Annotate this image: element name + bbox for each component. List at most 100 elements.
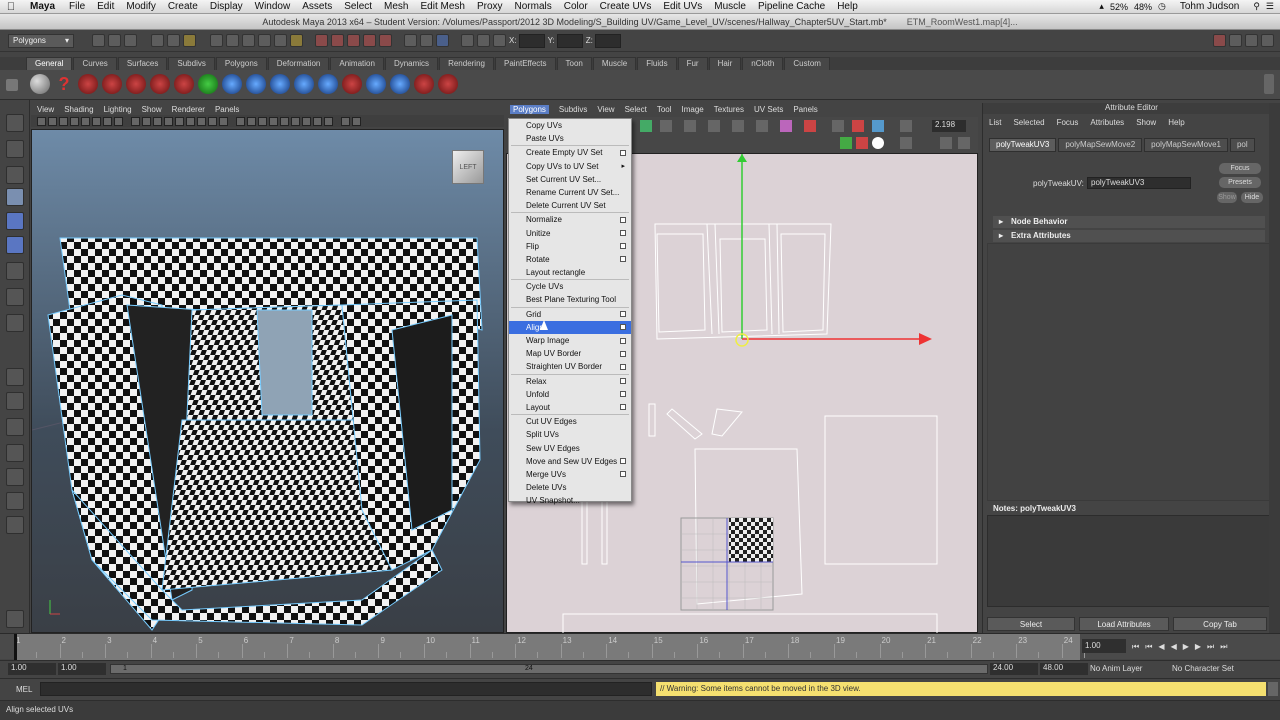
list-icon[interactable]: ☰ [1266, 1, 1274, 12]
shelf-tab-toon[interactable]: Toon [556, 57, 592, 70]
shelf-tab-rendering[interactable]: Rendering [439, 57, 494, 70]
shelf-tab-hair[interactable]: Hair [708, 57, 742, 70]
option-box-icon[interactable] [620, 378, 626, 385]
uv-tool-12-icon[interactable] [900, 120, 912, 132]
persp-toolbar-11-icon[interactable] [153, 116, 162, 126]
menu-pipeline-cache[interactable]: Pipeline Cache [752, 1, 831, 12]
go-to-start-icon[interactable]: ⏮ [1132, 642, 1139, 652]
persp-toolbar-22-icon[interactable] [280, 116, 289, 126]
ae-tab-polymapsewmove2[interactable]: polyMapSewMove2 [1058, 138, 1143, 152]
ae-menu-help[interactable]: Help [1168, 118, 1184, 127]
snap-point-icon[interactable] [242, 34, 255, 47]
layout-outliner-icon[interactable] [6, 444, 24, 462]
select-hierarchy-icon[interactable] [151, 34, 164, 47]
soft-mod-icon[interactable] [6, 288, 24, 306]
uv-tool-1-icon[interactable] [640, 120, 652, 132]
input-line-icon[interactable] [404, 34, 417, 47]
uv-menu-uv-sets[interactable]: UV Sets [754, 105, 783, 114]
select-component-icon[interactable] [183, 34, 196, 47]
uv-tool-7-icon[interactable] [780, 120, 792, 132]
persp-toolbar-2-icon[interactable] [48, 116, 57, 126]
move-tool-icon[interactable] [6, 188, 24, 206]
persp-toolbar-15-icon[interactable] [197, 116, 206, 126]
new-scene-icon[interactable] [92, 34, 105, 47]
character-set-dropdown[interactable]: No Character Set [1172, 664, 1234, 673]
layout-four-icon[interactable] [6, 392, 24, 410]
view-cube[interactable]: LEFT [452, 150, 484, 184]
menu-assets[interactable]: Assets [296, 1, 338, 12]
menu-item-grid[interactable]: Grid [509, 308, 631, 321]
menu-item-create-empty-uv-set[interactable]: Create Empty UV Set [509, 146, 631, 159]
menu-item-copy-uvs-to-uv-set[interactable]: Copy UVs to UV Set ▸ [509, 160, 631, 173]
uv-tool-17-icon[interactable] [940, 137, 952, 149]
range-bar[interactable]: 1 24 [110, 664, 988, 674]
menu-item-relax[interactable]: Relax [509, 375, 631, 388]
uv-menu-select[interactable]: Select [625, 105, 647, 114]
persp-toolbar-10-icon[interactable] [142, 116, 151, 126]
persp-toolbar-3-icon[interactable] [59, 116, 68, 126]
persp-toolbar-18-icon[interactable] [236, 116, 245, 126]
shelf-tab-deformation[interactable]: Deformation [267, 57, 330, 70]
menu-item-layout[interactable]: Layout [509, 401, 631, 414]
menu-item-sew-uv-edges[interactable]: Sew UV Edges [509, 442, 631, 455]
menu-item-unfold[interactable]: Unfold [509, 388, 631, 401]
persp-toolbar-9-icon[interactable] [131, 116, 140, 126]
persp-menu-show[interactable]: Show [142, 105, 162, 114]
persp-toolbar-1-icon[interactable] [37, 116, 46, 126]
current-frame-field[interactable]: 1.00 [1082, 639, 1126, 653]
uv-tool-16-icon[interactable] [900, 137, 912, 149]
menu-item-flip[interactable]: Flip [509, 240, 631, 253]
lasso-tool-icon[interactable] [6, 140, 24, 158]
command-input[interactable] [40, 682, 652, 696]
shelf-tool-13-icon[interactable] [318, 74, 338, 94]
help-question-icon[interactable]: ? [54, 74, 74, 94]
construction-history-icon[interactable] [315, 34, 328, 47]
node-name-field[interactable]: polyTweakUV3 [1087, 177, 1191, 189]
menu-item-copy-uvs[interactable]: Copy UVs [509, 119, 631, 132]
uv-tool-9-icon[interactable] [832, 120, 844, 132]
uv-tool-8-icon[interactable] [804, 120, 816, 132]
option-box-icon[interactable] [620, 363, 626, 370]
shelf-tool-11-icon[interactable] [270, 74, 290, 94]
hide-button[interactable]: Hide [1241, 192, 1263, 203]
persp-menu-shading[interactable]: Shading [64, 105, 93, 114]
option-box-icon[interactable] [620, 404, 626, 411]
shelf-tab-curves[interactable]: Curves [73, 57, 117, 70]
menu-create-uvs[interactable]: Create UVs [594, 1, 658, 12]
wifi-icon[interactable]: ▴ [1099, 1, 1104, 12]
shelf-tab-muscle[interactable]: Muscle [592, 57, 637, 70]
render-icon[interactable] [331, 34, 344, 47]
uv-tool-6-icon[interactable] [756, 120, 768, 132]
shelf-tab-polygons[interactable]: Polygons [215, 57, 267, 70]
menu-file[interactable]: File [63, 1, 91, 12]
persp-menu-renderer[interactable]: Renderer [172, 105, 205, 114]
toggle-panel-icon[interactable] [436, 34, 449, 47]
layout-uv-icon[interactable] [6, 516, 24, 534]
show-channel-box-icon[interactable] [1245, 34, 1258, 47]
option-box-icon[interactable] [620, 350, 626, 357]
spotlight-icon[interactable]: ⚲ [1253, 1, 1260, 12]
shelf-tool-4-icon[interactable] [102, 74, 122, 94]
persp-toolbar-17-icon[interactable] [219, 116, 228, 126]
shelf-tool-6-icon[interactable] [150, 74, 170, 94]
menu-color[interactable]: Color [558, 1, 594, 12]
menu-item-split-uvs[interactable]: Split UVs [509, 428, 631, 441]
focus-button[interactable]: Focus [1219, 163, 1261, 174]
select-object-icon[interactable] [167, 34, 180, 47]
uv-tool-15-icon[interactable] [872, 137, 884, 149]
shelf-tool-5-icon[interactable] [126, 74, 146, 94]
layout-graph-icon[interactable] [6, 468, 24, 486]
show-button[interactable]: Show [1217, 192, 1237, 203]
script-editor-icon[interactable] [1268, 682, 1278, 696]
uv-tool-14-icon[interactable] [856, 137, 868, 149]
layout-side-icon[interactable] [6, 418, 24, 436]
persp-toolbar-5-icon[interactable] [81, 116, 90, 126]
shelf-tool-15-icon[interactable] [366, 74, 386, 94]
shelf-tab-painteffects[interactable]: PaintEffects [494, 57, 556, 70]
uv-menu-view[interactable]: View [597, 105, 614, 114]
menu-mesh[interactable]: Mesh [378, 1, 414, 12]
menu-edit-uvs[interactable]: Edit UVs [657, 1, 708, 12]
menu-select[interactable]: Select [338, 1, 378, 12]
uv-menu-polygons[interactable]: Polygons [510, 104, 549, 114]
option-box-icon[interactable] [620, 324, 626, 331]
